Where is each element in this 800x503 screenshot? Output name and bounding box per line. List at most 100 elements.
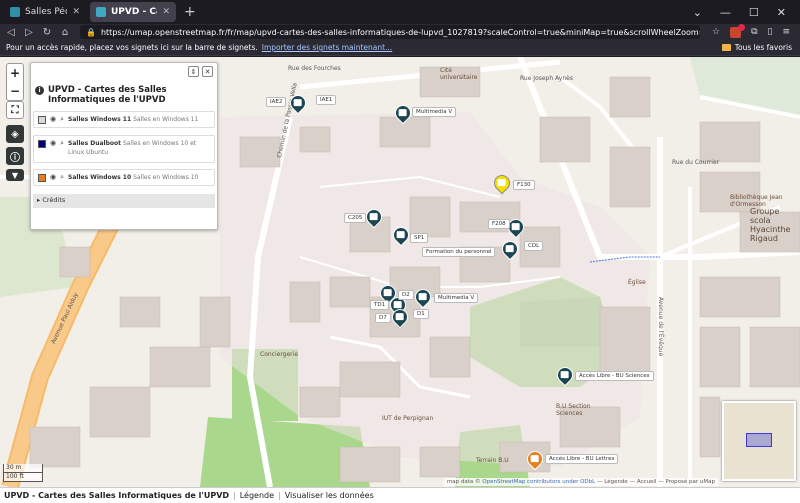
room-label[interactable]: Accès Libre - BU Lettres: [545, 454, 619, 464]
zoom-to-layer-icon[interactable]: ⌕: [60, 173, 64, 182]
site-favicon-icon: [10, 7, 20, 17]
home-icon[interactable]: ⌂: [58, 27, 72, 38]
street-label: Rue des Fourches: [288, 65, 341, 72]
legend-panel: ⇕ ✕ i UPVD - Cartes des Salles Informati…: [30, 62, 218, 230]
extension-icon[interactable]: [730, 23, 746, 38]
scale-metric: 30 m: [3, 464, 43, 473]
panel-tools: ⇕ ✕: [188, 66, 213, 77]
fullscreen-icon: ⛶: [11, 104, 19, 116]
zoom-out-button[interactable]: −: [6, 82, 24, 100]
reload-icon[interactable]: ↻: [40, 27, 54, 38]
room-label[interactable]: C205: [344, 213, 367, 223]
street-label: Rue Joseph Aynès: [520, 75, 573, 82]
room-label[interactable]: Accès Libre - BU Sciences: [575, 371, 654, 381]
footer-title: UPVD - Cartes des Salles Informatiques d…: [4, 491, 230, 500]
layers-button[interactable]: ◈: [6, 125, 24, 143]
close-panel-icon[interactable]: ✕: [202, 66, 213, 77]
back-icon[interactable]: ◁: [4, 27, 18, 38]
zoom-to-layer-icon[interactable]: ⌕: [60, 139, 64, 148]
poi-label: Cité universitaire: [440, 67, 478, 81]
puzzle-icon[interactable]: ⧉: [751, 27, 757, 37]
map-attribution: map data © OpenStreetMap contributors un…: [443, 478, 718, 486]
list-tabs-icon[interactable]: ⌄: [693, 6, 702, 19]
panel-title: i UPVD - Cartes des Salles Informatiques…: [35, 85, 209, 105]
layer-color-swatch: [38, 116, 46, 124]
layer-color-swatch: [38, 140, 46, 148]
poi-label: Église: [628, 279, 646, 286]
room-label[interactable]: Multimedia V: [412, 107, 457, 117]
sidebar-icon[interactable]: ▯: [768, 27, 773, 37]
info-icon: i: [35, 86, 44, 95]
room-label[interactable]: TD1: [370, 300, 390, 310]
poi-label: Bibliothèque Jean d'Ormesson: [730, 194, 783, 208]
scale-imperial: 100 ft: [3, 473, 43, 482]
layer-item-windows11[interactable]: ◉ ⌕ Salles Windows 11 Salles en Windows …: [33, 111, 215, 128]
layer-item-dualboot[interactable]: ◉ ⌕ Salles Dualboot Salles en Windows 10…: [33, 135, 215, 163]
tab-bar: Salles Pédagogiques · ✕ UPVD - Cartes de…: [0, 0, 800, 24]
room-label[interactable]: Multimedia V: [434, 293, 479, 303]
navigation-bar: ◁ ▷ ↻ ⌂ 🔒 https://umap.openstreetmap.fr/…: [0, 23, 800, 40]
credits-toggle[interactable]: ▸ Crédits: [33, 194, 215, 208]
tab-title: Salles Pédagogiques ·: [25, 7, 67, 17]
fullscreen-button[interactable]: ⛶: [6, 101, 24, 119]
bookmarks-hint: Pour un accès rapide, placez vos signets…: [6, 43, 258, 52]
all-favorites[interactable]: Tous les favoris: [721, 43, 800, 52]
url-bar[interactable]: 🔒 https://umap.openstreetmap.fr/fr/map/u…: [80, 25, 700, 39]
more-controls-button[interactable]: ▼: [6, 169, 24, 181]
map-canvas[interactable]: Rue des Fourches Rue Joseph Aynès Rue du…: [0, 57, 800, 487]
tab-title: UPVD - Cartes des: [111, 7, 157, 17]
room-label[interactable]: IAE2: [266, 97, 287, 107]
street-label: Rue du Courrier: [672, 159, 720, 166]
umap-favicon-icon: [96, 7, 106, 17]
eye-icon[interactable]: ◉: [50, 139, 56, 148]
room-label[interactable]: SP1: [410, 233, 429, 243]
maximize-icon[interactable]: ☐: [749, 6, 759, 19]
poi-label: B.U Section Sciences: [556, 403, 591, 417]
poi-label: Conciergerie: [260, 351, 299, 358]
view-data-link[interactable]: Visualiser les données: [285, 491, 374, 500]
room-label[interactable]: D2: [398, 290, 414, 300]
menu-icon[interactable]: ≡: [782, 27, 790, 37]
room-label[interactable]: Formation du personnel: [422, 247, 496, 257]
eye-icon[interactable]: ◉: [50, 173, 56, 182]
zoom-to-layer-icon[interactable]: ⌕: [60, 115, 64, 124]
new-tab-button[interactable]: +: [184, 4, 196, 20]
room-label[interactable]: D7: [375, 313, 391, 323]
layers-icon: ◈: [11, 128, 19, 140]
import-bookmarks-link[interactable]: Importer des signets maintenant...: [262, 43, 392, 52]
layer-item-windows10[interactable]: ◉ ⌕ Salles Windows 10 Salles en Windows …: [33, 169, 215, 186]
poi-label: IUT de Perpignan: [382, 415, 434, 422]
room-label[interactable]: F130: [513, 180, 535, 190]
url-text: https://umap.openstreetmap.fr/fr/map/upv…: [100, 27, 700, 37]
forward-icon[interactable]: ▷: [22, 27, 36, 38]
room-label[interactable]: F208: [488, 219, 510, 229]
folder-icon: [721, 44, 731, 51]
room-label[interactable]: CDL: [524, 241, 544, 251]
lock-icon: 🔒: [86, 27, 96, 37]
legend-link[interactable]: Légende: [240, 491, 274, 500]
close-tab-icon[interactable]: ✕: [72, 7, 80, 17]
caret-down-icon: ▼: [11, 170, 19, 180]
zoom-in-button[interactable]: +: [6, 64, 24, 82]
close-window-icon[interactable]: ✕: [777, 6, 786, 19]
street-label: Avenue de l'Évêque: [657, 297, 664, 357]
minimap[interactable]: [722, 401, 796, 481]
umap-footer: UPVD - Cartes des Salles Informatiques d…: [0, 487, 800, 503]
layer-color-swatch: [38, 174, 46, 182]
resize-panel-icon[interactable]: ⇕: [188, 66, 199, 77]
room-label[interactable]: IAE1: [316, 95, 337, 105]
info-button[interactable]: ⓘ: [6, 147, 24, 165]
bookmark-star-icon[interactable]: ☆: [712, 27, 720, 37]
minimize-icon[interactable]: —: [720, 6, 731, 19]
tab-salles-pedagogiques[interactable]: Salles Pédagogiques · ✕: [4, 2, 86, 22]
bookmarks-bar: Pour un accès rapide, placez vos signets…: [0, 40, 800, 56]
toolbar-right: ☆ ⧉ ▯ ≡: [712, 23, 800, 38]
tab-umap[interactable]: UPVD - Cartes des ✕: [90, 2, 176, 22]
minimap-viewport[interactable]: [746, 433, 772, 447]
osm-link[interactable]: OpenStreetMap contributors under ODbL: [482, 479, 595, 485]
info-icon: ⓘ: [10, 152, 20, 164]
room-label[interactable]: D1: [413, 309, 429, 319]
close-tab-icon[interactable]: ✕: [162, 7, 170, 17]
eye-icon[interactable]: ◉: [50, 115, 56, 124]
window-controls: ⌄ — ☐ ✕: [693, 6, 800, 19]
